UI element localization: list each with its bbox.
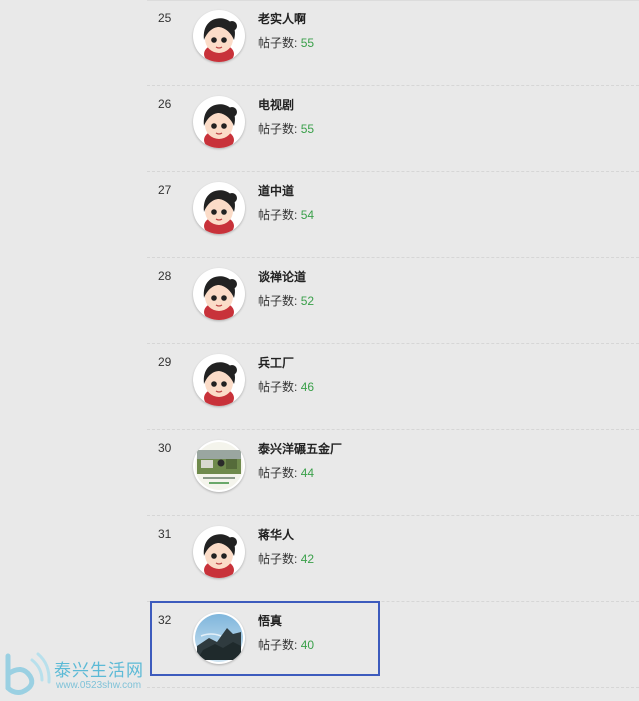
post-count: 帖子数: 42	[258, 550, 314, 567]
post-count: 帖子数: 52	[258, 292, 314, 309]
rank-number: 26	[158, 97, 172, 111]
member-name-link[interactable]: 老实人啊	[258, 10, 306, 27]
list-item: 26 电视剧 帖子数: 55	[147, 86, 639, 172]
member-name-link[interactable]: 兵工厂	[258, 354, 294, 371]
post-count-value: 55	[300, 122, 315, 136]
post-count-label: 帖子数:	[258, 380, 298, 394]
post-count-label: 帖子数:	[258, 36, 298, 50]
mountain-photo-avatar-icon[interactable]	[193, 612, 245, 664]
default-avatar-icon[interactable]	[193, 10, 245, 62]
post-count-value: 40	[300, 638, 315, 652]
rank-number: 32	[158, 613, 172, 627]
rank-number: 31	[158, 527, 172, 541]
rank-number: 28	[158, 269, 172, 283]
post-count-value: 52	[300, 294, 315, 308]
site-logo-icon	[5, 652, 51, 695]
post-count: 帖子数: 55	[258, 34, 314, 51]
post-count: 帖子数: 44	[258, 464, 314, 481]
rank-number: 29	[158, 355, 172, 369]
member-name-link[interactable]: 悟真	[258, 612, 282, 629]
member-name-link[interactable]: 谈禅论道	[258, 268, 306, 285]
post-count-value: 46	[300, 380, 315, 394]
list-item: 27 道中道 帖子数: 54	[147, 172, 639, 258]
post-count: 帖子数: 54	[258, 206, 314, 223]
member-name-link[interactable]: 蒋华人	[258, 526, 294, 543]
default-avatar-icon[interactable]	[193, 268, 245, 320]
rank-number: 25	[158, 11, 172, 25]
post-count-value: 54	[300, 208, 315, 222]
default-avatar-icon[interactable]	[193, 182, 245, 234]
member-name-link[interactable]: 道中道	[258, 182, 294, 199]
member-ranking-list: 25 老实人啊 帖子数: 55 26 电视剧 帖子数: 55 27 道中道 帖子…	[147, 0, 639, 688]
list-item: 31 蒋华人 帖子数: 42	[147, 516, 639, 602]
default-avatar-icon[interactable]	[193, 96, 245, 148]
list-item: 29 兵工厂 帖子数: 46	[147, 344, 639, 430]
post-count-label: 帖子数:	[258, 552, 298, 566]
post-count: 帖子数: 55	[258, 120, 314, 137]
watermark-title: 泰兴生活网	[54, 661, 144, 680]
rank-number: 30	[158, 441, 172, 455]
factory-photo-avatar-icon[interactable]	[193, 440, 245, 492]
post-count-label: 帖子数:	[258, 122, 298, 136]
post-count: 帖子数: 40	[258, 636, 314, 653]
post-count-value: 44	[300, 466, 315, 480]
post-count-value: 55	[300, 36, 315, 50]
rank-number: 27	[158, 183, 172, 197]
site-watermark: 泰兴生活网 www.0523shw.com	[2, 650, 162, 698]
member-name-link[interactable]: 泰兴洋碾五金厂	[258, 440, 342, 457]
list-item: 28 谈禅论道 帖子数: 52	[147, 258, 639, 344]
list-item: 30 泰兴洋碾五金厂 帖子数: 44	[147, 430, 639, 516]
list-item: 25 老实人啊 帖子数: 55	[147, 0, 639, 86]
list-item: 32 悟真 帖子数: 40	[147, 602, 639, 688]
default-avatar-icon[interactable]	[193, 526, 245, 578]
post-count: 帖子数: 46	[258, 378, 314, 395]
post-count-label: 帖子数:	[258, 638, 298, 652]
post-count-value: 42	[300, 552, 315, 566]
post-count-label: 帖子数:	[258, 208, 298, 222]
default-avatar-icon[interactable]	[193, 354, 245, 406]
member-name-link[interactable]: 电视剧	[258, 96, 294, 113]
post-count-label: 帖子数:	[258, 294, 298, 308]
watermark-url: www.0523shw.com	[56, 680, 142, 691]
post-count-label: 帖子数:	[258, 466, 298, 480]
